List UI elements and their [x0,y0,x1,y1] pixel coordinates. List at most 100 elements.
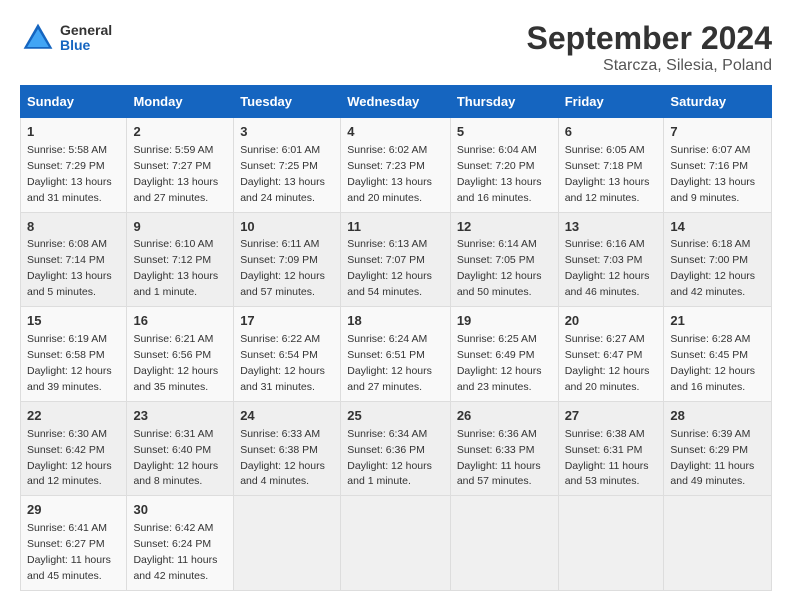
day-number: 18 [347,312,444,331]
logo-icon [20,20,56,56]
logo-blue: Blue [60,38,112,53]
day-number: 1 [27,123,120,142]
day-number: 16 [133,312,227,331]
calendar-day-cell: 20 Sunrise: 6:27 AM Sunset: 6:47 PM Dayli… [558,307,664,402]
day-info: Sunrise: 6:38 AM Sunset: 6:31 PM Dayligh… [565,428,649,488]
calendar-day-cell [664,496,772,591]
calendar-day-cell: 10Sunrise: 6:11 AM Sunset: 7:09 PM Dayli… [234,212,341,307]
calendar-day-cell [558,496,664,591]
day-info: Sunrise: 6:28 AM Sunset: 6:45 PM Dayligh… [670,333,755,393]
calendar-day-cell: 24Sunrise: 6:33 AM Sunset: 6:38 PM Dayli… [234,401,341,496]
day-info: Sunrise: 6:16 AM Sunset: 7:03 PM Dayligh… [565,238,650,298]
day-info: Sunrise: 6:22 AM Sunset: 6:54 PM Dayligh… [240,333,325,393]
calendar-day-cell: 18 Sunrise: 6:24 AM Sunset: 6:51 PM Dayli… [341,307,451,402]
day-number: 13 [565,218,658,237]
day-info: Sunrise: 5:58 AM Sunset: 7:29 PM Dayligh… [27,144,112,204]
day-info: Sunrise: 6:07 AM Sunset: 7:16 PM Dayligh… [670,144,755,204]
day-info: Sunrise: 6:27 AM Sunset: 6:47 PM Dayligh… [565,333,650,393]
logo: General Blue [20,20,112,56]
calendar-day-cell: 28 Sunrise: 6:39 AM Sunset: 6:29 PM Dayli… [664,401,772,496]
day-info: Sunrise: 6:11 AM Sunset: 7:09 PM Dayligh… [240,238,325,298]
calendar-day-cell [450,496,558,591]
title-block: September 2024 Starcza, Silesia, Poland [527,20,772,75]
day-number: 25 [347,407,444,426]
day-number: 8 [27,218,120,237]
day-info: Sunrise: 6:34 AM Sunset: 6:36 PM Dayligh… [347,428,432,488]
calendar-week-row: 22Sunrise: 6:30 AM Sunset: 6:42 PM Dayli… [21,401,772,496]
calendar-day-cell: 13Sunrise: 6:16 AM Sunset: 7:03 PM Dayli… [558,212,664,307]
page-title: September 2024 [527,20,772,57]
day-number: 12 [457,218,552,237]
day-number: 4 [347,123,444,142]
day-number: 14 [670,218,765,237]
day-number: 27 [565,407,658,426]
calendar-day-cell: 30 Sunrise: 6:42 AM Sunset: 6:24 PM Dayli… [127,496,234,591]
day-number: 22 [27,407,120,426]
calendar-day-cell: 3 Sunrise: 6:01 AM Sunset: 7:25 PM Daylig… [234,118,341,213]
day-info: Sunrise: 6:05 AM Sunset: 7:18 PM Dayligh… [565,144,650,204]
weekday-header: Friday [558,86,664,118]
day-number: 28 [670,407,765,426]
day-info: Sunrise: 6:41 AM Sunset: 6:27 PM Dayligh… [27,522,111,582]
day-info: Sunrise: 6:21 AM Sunset: 6:56 PM Dayligh… [133,333,218,393]
day-info: Sunrise: 6:19 AM Sunset: 6:58 PM Dayligh… [27,333,112,393]
page-header: General Blue September 2024 Starcza, Sil… [20,20,772,75]
day-number: 6 [565,123,658,142]
calendar-week-row: 15 Sunrise: 6:19 AM Sunset: 6:58 PM Dayli… [21,307,772,402]
day-info: Sunrise: 5:59 AM Sunset: 7:27 PM Dayligh… [133,144,218,204]
day-number: 17 [240,312,334,331]
day-info: Sunrise: 6:14 AM Sunset: 7:05 PM Dayligh… [457,238,542,298]
calendar-day-cell: 17 Sunrise: 6:22 AM Sunset: 6:54 PM Dayli… [234,307,341,402]
day-number: 7 [670,123,765,142]
page-subtitle: Starcza, Silesia, Poland [527,57,772,75]
calendar-day-cell: 8Sunrise: 6:08 AM Sunset: 7:14 PM Daylig… [21,212,127,307]
weekday-header: Thursday [450,86,558,118]
day-number: 2 [133,123,227,142]
day-number: 11 [347,218,444,237]
day-info: Sunrise: 6:24 AM Sunset: 6:51 PM Dayligh… [347,333,432,393]
calendar-day-cell: 26Sunrise: 6:36 AM Sunset: 6:33 PM Dayli… [450,401,558,496]
calendar-day-cell: 11Sunrise: 6:13 AM Sunset: 7:07 PM Dayli… [341,212,451,307]
day-number: 19 [457,312,552,331]
day-number: 3 [240,123,334,142]
calendar-day-cell: 9Sunrise: 6:10 AM Sunset: 7:12 PM Daylig… [127,212,234,307]
calendar-day-cell: 6 Sunrise: 6:05 AM Sunset: 7:18 PM Daylig… [558,118,664,213]
weekday-header: Tuesday [234,86,341,118]
calendar-day-cell: 7 Sunrise: 6:07 AM Sunset: 7:16 PM Daylig… [664,118,772,213]
calendar-day-cell: 21Sunrise: 6:28 AM Sunset: 6:45 PM Dayli… [664,307,772,402]
day-number: 15 [27,312,120,331]
calendar-day-cell: 1 Sunrise: 5:58 AM Sunset: 7:29 PM Daylig… [21,118,127,213]
calendar-day-cell: 29 Sunrise: 6:41 AM Sunset: 6:27 PM Dayli… [21,496,127,591]
logo-general: General [60,23,112,38]
day-info: Sunrise: 6:25 AM Sunset: 6:49 PM Dayligh… [457,333,542,393]
weekday-header: Saturday [664,86,772,118]
calendar-day-cell: 5Sunrise: 6:04 AM Sunset: 7:20 PM Daylig… [450,118,558,213]
day-info: Sunrise: 6:10 AM Sunset: 7:12 PM Dayligh… [133,238,218,298]
calendar-day-cell: 16 Sunrise: 6:21 AM Sunset: 6:56 PM Dayli… [127,307,234,402]
calendar-week-row: 1 Sunrise: 5:58 AM Sunset: 7:29 PM Daylig… [21,118,772,213]
weekday-header: Wednesday [341,86,451,118]
day-number: 30 [133,501,227,520]
calendar-day-cell [234,496,341,591]
weekday-header: Monday [127,86,234,118]
day-info: Sunrise: 6:04 AM Sunset: 7:20 PM Dayligh… [457,144,542,204]
day-info: Sunrise: 6:42 AM Sunset: 6:24 PM Dayligh… [133,522,217,582]
day-info: Sunrise: 6:39 AM Sunset: 6:29 PM Dayligh… [670,428,754,488]
day-info: Sunrise: 6:08 AM Sunset: 7:14 PM Dayligh… [27,238,112,298]
day-number: 26 [457,407,552,426]
calendar-day-cell: 19 Sunrise: 6:25 AM Sunset: 6:49 PM Dayli… [450,307,558,402]
day-number: 20 [565,312,658,331]
calendar-day-cell [341,496,451,591]
day-info: Sunrise: 6:01 AM Sunset: 7:25 PM Dayligh… [240,144,325,204]
calendar-header-row: SundayMondayTuesdayWednesdayThursdayFrid… [21,86,772,118]
calendar-week-row: 29 Sunrise: 6:41 AM Sunset: 6:27 PM Dayli… [21,496,772,591]
calendar-week-row: 8Sunrise: 6:08 AM Sunset: 7:14 PM Daylig… [21,212,772,307]
day-number: 29 [27,501,120,520]
day-number: 9 [133,218,227,237]
calendar-day-cell: 25 Sunrise: 6:34 AM Sunset: 6:36 PM Dayli… [341,401,451,496]
calendar-day-cell: 15 Sunrise: 6:19 AM Sunset: 6:58 PM Dayli… [21,307,127,402]
calendar-day-cell: 22Sunrise: 6:30 AM Sunset: 6:42 PM Dayli… [21,401,127,496]
day-info: Sunrise: 6:18 AM Sunset: 7:00 PM Dayligh… [670,238,755,298]
calendar-table: SundayMondayTuesdayWednesdayThursdayFrid… [20,85,772,591]
calendar-day-cell: 23Sunrise: 6:31 AM Sunset: 6:40 PM Dayli… [127,401,234,496]
